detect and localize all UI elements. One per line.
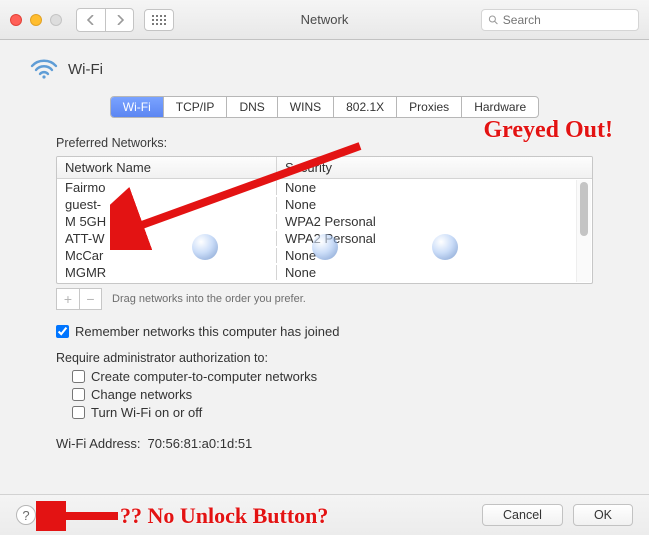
tab-hardware[interactable]: Hardware — [461, 97, 538, 117]
table-row: ATT-WWPA2 Personal — [57, 230, 592, 247]
table-row: MGMRNone — [57, 264, 592, 281]
admin-auth-label: Require administrator authorization to: — [56, 351, 593, 365]
tab-tcpip[interactable]: TCP/IP — [163, 97, 227, 117]
wifi-icon — [30, 58, 58, 80]
minimize-window[interactable] — [30, 14, 42, 26]
scrollbar[interactable] — [576, 180, 591, 282]
wifi-address-label: Wi-Fi Address: — [56, 436, 141, 451]
content-area: Wi-Fi Wi-Fi TCP/IP DNS WINS 802.1X Proxi… — [0, 40, 649, 494]
back-button[interactable] — [77, 9, 105, 31]
tab-bar: Wi-Fi TCP/IP DNS WINS 802.1X Proxies Har… — [22, 96, 627, 118]
close-window[interactable] — [10, 14, 22, 26]
admin-auth-row[interactable]: Change networks — [72, 387, 593, 402]
add-network-button[interactable]: + — [57, 289, 79, 309]
search-input[interactable] — [503, 13, 632, 27]
network-list[interactable]: FairmoNone guest-None M 5GHWPA2 Personal… — [57, 179, 592, 283]
preferred-networks-label: Preferred Networks: — [56, 136, 593, 150]
search-icon — [488, 14, 499, 26]
scroll-thumb[interactable] — [580, 182, 588, 236]
forward-button[interactable] — [105, 9, 133, 31]
table-row: guest-None — [57, 196, 592, 213]
footer-bar: ? Cancel OK — [0, 494, 649, 535]
remove-network-button[interactable]: − — [79, 289, 101, 309]
admin-change-checkbox[interactable] — [72, 388, 85, 401]
tab-8021x[interactable]: 802.1X — [333, 97, 396, 117]
column-security[interactable]: Security — [277, 157, 592, 178]
admin-toggle-checkbox[interactable] — [72, 406, 85, 419]
admin-create-checkbox[interactable] — [72, 370, 85, 383]
admin-auth-row[interactable]: Turn Wi-Fi on or off — [72, 405, 593, 420]
column-network-name[interactable]: Network Name — [57, 157, 277, 178]
remember-networks-row[interactable]: Remember networks this computer has join… — [56, 324, 593, 339]
search-field-wrap[interactable] — [481, 9, 639, 31]
tab-proxies[interactable]: Proxies — [396, 97, 461, 117]
grid-icon — [152, 15, 166, 25]
preferred-networks-table: Network Name Security FairmoNone guest-N… — [56, 156, 593, 284]
remember-networks-label: Remember networks this computer has join… — [75, 324, 339, 339]
cancel-button[interactable]: Cancel — [482, 504, 563, 526]
tab-wifi[interactable]: Wi-Fi — [111, 97, 163, 117]
tab-dns[interactable]: DNS — [226, 97, 276, 117]
nav-back-forward — [76, 8, 134, 32]
help-button[interactable]: ? — [16, 505, 36, 525]
ok-button[interactable]: OK — [573, 504, 633, 526]
admin-create-label: Create computer-to-computer networks — [91, 369, 317, 384]
wifi-address-value: 70:56:81:a0:1d:51 — [147, 436, 252, 451]
titlebar: Network — [0, 0, 649, 40]
admin-change-label: Change networks — [91, 387, 192, 402]
pane-header: Wi-Fi — [22, 54, 627, 96]
window-controls — [10, 14, 62, 26]
show-all-button[interactable] — [144, 9, 174, 31]
add-remove-controls: + − — [56, 288, 102, 310]
tab-wins[interactable]: WINS — [277, 97, 333, 117]
wifi-address-row: Wi-Fi Address: 70:56:81:a0:1d:51 — [56, 436, 593, 451]
remember-networks-checkbox[interactable] — [56, 325, 69, 338]
table-row: M 5GHWPA2 Personal — [57, 213, 592, 230]
admin-toggle-label: Turn Wi-Fi on or off — [91, 405, 202, 420]
pane-title: Wi-Fi — [68, 61, 103, 78]
admin-auth-row[interactable]: Create computer-to-computer networks — [72, 369, 593, 384]
zoom-window[interactable] — [50, 14, 62, 26]
table-row: McCarNone — [57, 247, 592, 264]
drag-hint: Drag networks into the order you prefer. — [112, 293, 306, 305]
table-row: FairmoNone — [57, 179, 592, 196]
